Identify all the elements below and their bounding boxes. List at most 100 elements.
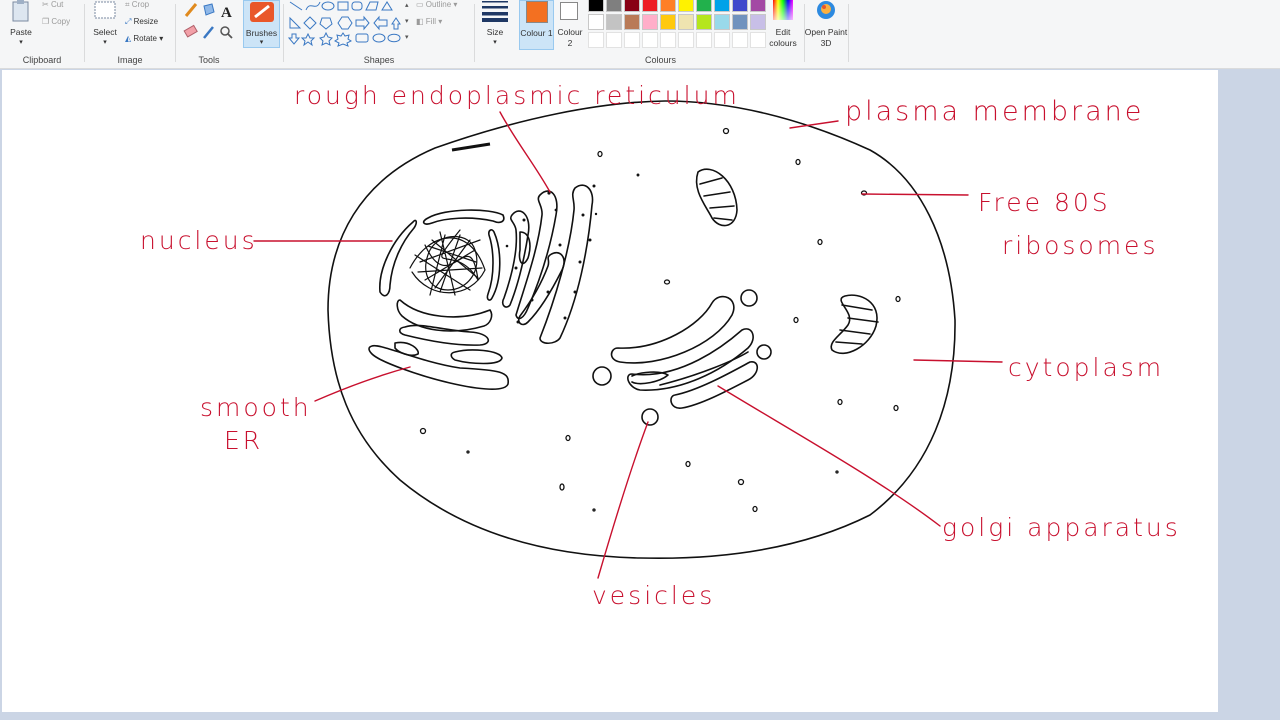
paste-button[interactable]: Paste ▾ [6, 0, 36, 50]
colour2-button[interactable]: Colour 2 [555, 0, 585, 50]
fill-icon[interactable] [203, 3, 215, 16]
shapes-group-label: Shapes [363, 55, 395, 65]
fill-label: Fill [425, 17, 437, 26]
cell-drawing [253, 100, 1003, 579]
palette-swatch[interactable] [606, 0, 622, 12]
label-vesicles: vesicles [592, 581, 716, 610]
ribbon-toolbar: Paste ▾ ✂ Cut ❐ Copy Clipboard Select ▾ … [0, 0, 1280, 69]
palette-swatch[interactable] [588, 0, 604, 12]
select-icon [94, 1, 116, 19]
size-button[interactable]: Size ▾ [476, 0, 514, 68]
label-free-ribosomes-line2: ribosomes [1002, 231, 1159, 260]
cut-label: Cut [50, 0, 64, 9]
image-group: Select ▾ ⌗ Crop ⤢ Resize ◭ Rotate ▾ Imag… [85, 0, 175, 68]
nucleolus-scribble [409, 229, 486, 296]
crop-icon: ⌗ [125, 0, 130, 9]
palette-swatch[interactable] [588, 14, 604, 30]
palette-swatch[interactable] [606, 14, 622, 30]
crop-label: Crop [131, 0, 150, 9]
fill-bucket-icon: ◧ [416, 17, 424, 26]
shapes-gallery[interactable] [288, 0, 413, 48]
rotate-label: Rotate [133, 34, 157, 43]
palette-swatch[interactable] [732, 0, 748, 12]
magnifier-icon[interactable] [220, 26, 233, 39]
palette-swatch[interactable] [714, 14, 730, 30]
mitochondrion-lower [830, 294, 879, 355]
open-paint3d-label: Open Paint 3D [804, 27, 848, 48]
colour1-button[interactable]: Colour 1 [519, 0, 554, 50]
brushes-button[interactable]: Brushes ▾ [243, 0, 280, 48]
palette-swatch[interactable] [750, 0, 766, 12]
rough-er-cisternae [501, 184, 594, 345]
clipboard-group-label: Clipboard [22, 55, 62, 65]
copy-label: Copy [51, 17, 71, 26]
label-smooth-er-line1: smooth [200, 393, 312, 422]
brush-icon [250, 2, 274, 22]
colour2-swatch [560, 2, 578, 20]
palette-swatch[interactable] [678, 32, 694, 48]
crop-button[interactable]: ⌗ Crop [125, 0, 149, 10]
palette-swatch[interactable] [660, 0, 676, 12]
paste-icon [12, 0, 29, 22]
palette-swatch[interactable] [714, 0, 730, 12]
label-nucleus: nucleus [140, 226, 258, 255]
line-size-icon [482, 1, 508, 22]
palette-swatch[interactable] [642, 32, 658, 48]
palette-swatch[interactable] [732, 14, 748, 30]
palette-swatch[interactable] [642, 14, 658, 30]
palette-swatch[interactable] [696, 0, 712, 12]
palette-swatch[interactable] [714, 32, 730, 48]
palette-swatch[interactable] [678, 14, 694, 30]
palette-swatch[interactable] [732, 32, 748, 48]
drawing-canvas[interactable]: rough endoplasmic reticulum plasma membr… [2, 70, 1218, 712]
palette-swatch[interactable] [678, 0, 694, 12]
label-smooth-er-line2: ER [224, 426, 264, 455]
tools-group: A Tools [176, 0, 242, 68]
free-ribosome-dots [419, 127, 901, 513]
edit-colours-label: Edit colours [769, 27, 797, 48]
resize-label: Resize [133, 17, 159, 26]
palette-swatch[interactable] [696, 14, 712, 30]
palette-swatch[interactable] [660, 14, 676, 30]
shapes-group: ▴ ▾ ▾ ▭ Outline ▾ ◧ Fill ▾ Shapes [284, 0, 474, 68]
label-rough-er: rough endoplasmic reticulum [294, 81, 740, 110]
colour1-label: Colour 1 [520, 28, 553, 38]
label-plasma-membrane: plasma membrane [845, 96, 1145, 127]
text-icon[interactable]: A [221, 5, 232, 21]
eraser-icon[interactable] [183, 24, 198, 38]
rotate-button[interactable]: ◭ Rotate ▾ [125, 34, 163, 43]
select-button[interactable]: Select ▾ [89, 0, 121, 50]
image-group-label: Image [117, 55, 143, 65]
label-cytoplasm: cytoplasm [1008, 353, 1165, 382]
outline-icon: ▭ [416, 0, 424, 9]
plasma-membrane-outline [327, 100, 956, 560]
colour-wheel-icon [773, 0, 793, 20]
palette-swatch[interactable] [606, 32, 622, 48]
svg-text:A: A [221, 5, 232, 21]
clipboard-group: Paste ▾ ✂ Cut ❐ Copy Clipboard [0, 0, 84, 68]
edit-colours-button[interactable]: Edit colours [768, 0, 798, 52]
palette-swatch[interactable] [588, 32, 604, 48]
palette-swatch[interactable] [696, 32, 712, 48]
pencil-icon[interactable] [184, 3, 198, 17]
palette-swatch[interactable] [624, 14, 640, 30]
tools-group-label: Tools [198, 55, 220, 65]
outline-button[interactable]: ▭ Outline ▾ [416, 0, 457, 9]
label-golgi-apparatus: golgi apparatus [942, 513, 1181, 542]
colours-group-label: Colours [644, 55, 676, 65]
resize-button[interactable]: ⤢ Resize [125, 17, 158, 27]
copy-button[interactable]: ❐ Copy [42, 17, 70, 26]
palette-swatch[interactable] [624, 0, 640, 12]
open-paint3d-button[interactable]: Open Paint 3D [805, 0, 847, 52]
colour-palette [588, 0, 768, 50]
colour-picker-icon[interactable] [203, 26, 214, 39]
palette-swatch[interactable] [642, 0, 658, 12]
mitochondrion-upper [695, 168, 738, 227]
palette-swatch[interactable] [624, 32, 640, 48]
palette-swatch[interactable] [660, 32, 676, 48]
fill-button[interactable]: ◧ Fill ▾ [416, 17, 442, 26]
cut-button[interactable]: ✂ Cut [42, 0, 63, 9]
label-pointer-lines [253, 111, 1003, 579]
smooth-er-tubules [368, 324, 509, 390]
outline-label: Outline [425, 0, 452, 9]
